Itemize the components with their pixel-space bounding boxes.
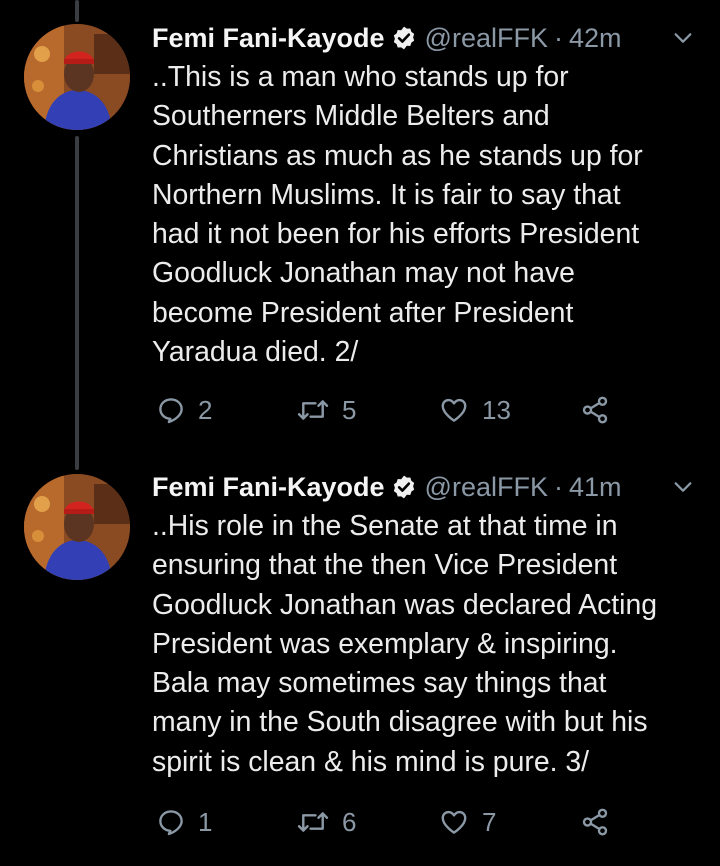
like-count: 13: [482, 394, 511, 425]
reply-button[interactable]: 1: [156, 802, 212, 842]
reply-icon: [159, 398, 183, 424]
separator-dot: ·: [553, 22, 563, 53]
chevron-down-icon[interactable]: [672, 27, 694, 49]
reply-button[interactable]: 2: [156, 390, 212, 430]
retweet-icon: [297, 812, 329, 832]
tweet-actions: 2 5 13: [152, 390, 632, 430]
separator-dot: ·: [553, 471, 563, 502]
like-icon: [441, 398, 467, 422]
reply-icon: [159, 810, 183, 836]
avatar[interactable]: [24, 24, 130, 130]
tweet-actions: 1 6 7: [152, 802, 632, 842]
like-button[interactable]: 13: [438, 390, 511, 430]
tweet-text: ..His role in the Senate at that time in…: [152, 510, 658, 778]
reply-count: 2: [198, 394, 213, 425]
tweet-1[interactable]: Femi Fani-Kayode @realFFK · 42m ..This i…: [0, 0, 720, 460]
retweet-button[interactable]: 6: [296, 802, 356, 842]
chevron-down-icon[interactable]: [672, 476, 694, 498]
verified-badge-icon: [393, 26, 414, 50]
share-icon: [582, 396, 608, 424]
avatar[interactable]: [24, 474, 130, 580]
share-button[interactable]: [580, 390, 610, 430]
tweet-2[interactable]: Femi Fani-Kayode @realFFK · 41m ..His ro…: [0, 460, 720, 866]
tweet-header: Femi Fani-Kayode @realFFK · 42m: [152, 18, 700, 58]
retweet-count: 5: [342, 394, 357, 425]
like-button[interactable]: 7: [438, 802, 496, 842]
timestamp[interactable]: 41m: [569, 472, 622, 503]
retweet-count: 6: [342, 806, 357, 837]
retweet-button[interactable]: 5: [296, 390, 356, 430]
share-button[interactable]: [580, 802, 610, 842]
reply-count: 1: [198, 806, 213, 837]
timestamp[interactable]: 42m: [569, 23, 622, 54]
user-handle[interactable]: @realFFK: [425, 472, 548, 503]
display-name[interactable]: Femi Fani-Kayode: [152, 23, 385, 54]
like-icon: [441, 810, 467, 834]
display-name[interactable]: Femi Fani-Kayode: [152, 472, 385, 503]
verified-badge-icon: [393, 475, 414, 499]
retweet-icon: [297, 400, 329, 420]
user-handle[interactable]: @realFFK: [425, 23, 548, 54]
like-count: 7: [482, 806, 497, 837]
tweet-header: Femi Fani-Kayode @realFFK · 41m: [152, 467, 700, 507]
tweet-text: ..This is a man who stands up for Southe…: [152, 61, 643, 369]
share-icon: [582, 808, 608, 836]
